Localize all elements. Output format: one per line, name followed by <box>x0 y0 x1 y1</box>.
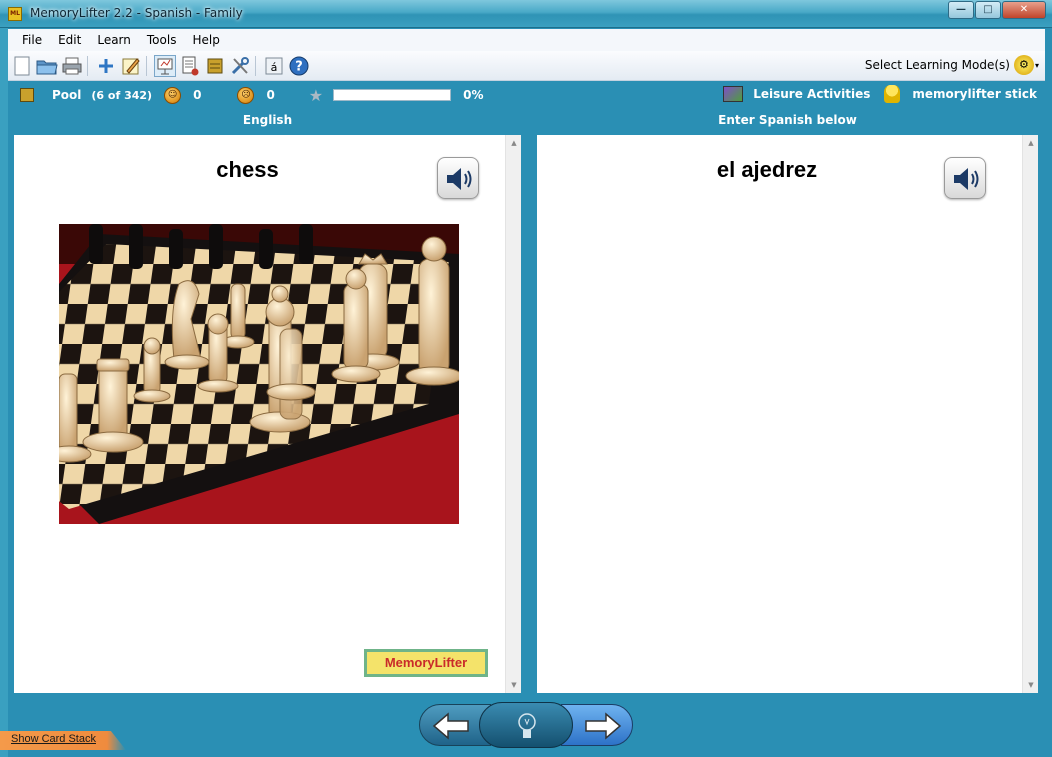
slideshow-icon[interactable] <box>154 54 176 77</box>
show-card-stack-link[interactable]: Show Card Stack <box>11 733 96 745</box>
maximize-button[interactable]: □ <box>975 1 1001 19</box>
add-card-icon[interactable] <box>95 55 117 77</box>
lightbulb-icon <box>518 713 536 738</box>
special-character-icon[interactable]: á <box>263 55 285 77</box>
scroll-down-arrow-icon[interactable]: ▼ <box>506 677 522 693</box>
question-scrollbar[interactable]: ▲ ▼ <box>505 135 521 693</box>
menu-learn[interactable]: Learn <box>89 33 139 47</box>
category-label[interactable]: Leisure Activities <box>753 87 870 101</box>
pool-label[interactable]: Pool <box>52 88 81 102</box>
tools-icon[interactable] <box>229 55 251 77</box>
wrong-count: 0 <box>266 88 275 102</box>
wrong-smiley-icon: ☹ <box>237 86 255 104</box>
menu-help[interactable]: Help <box>184 33 227 47</box>
category-icon <box>723 86 744 102</box>
chess-image <box>59 224 459 524</box>
learning-mode-label: Select Learning Mode(s) <box>864 58 1010 72</box>
new-document-icon[interactable] <box>11 55 33 77</box>
scroll-up-arrow-icon[interactable]: ▲ <box>506 135 522 151</box>
star-icon: ★ <box>308 85 324 105</box>
minimize-button[interactable]: — <box>948 1 974 19</box>
progress-percent: 0% <box>463 88 484 102</box>
progress-bar <box>333 89 452 101</box>
chevron-down-icon[interactable]: ▾ <box>1035 61 1039 70</box>
window-title: MemoryLifter 2.2 - Spanish - Family <box>30 6 243 20</box>
print-icon[interactable] <box>61 55 83 77</box>
window-controls: — □ ✕ <box>947 1 1046 19</box>
user-icon <box>884 85 901 103</box>
toolbar-separator <box>146 55 147 76</box>
pool-box-icon <box>20 88 34 102</box>
show-card-stack-tab[interactable]: Show Card Stack <box>0 731 126 750</box>
status-right: Leisure Activities memorylifter stick <box>723 85 1037 103</box>
answer-word: el ajedrez <box>716 157 818 182</box>
correct-smiley-icon: ☺ <box>164 86 182 104</box>
scroll-down-arrow-icon[interactable]: ▼ <box>1023 677 1039 693</box>
title-bar: ML MemoryLifter 2.2 - Spanish - Family —… <box>0 0 1052 28</box>
answer-audio-button[interactable] <box>944 157 986 199</box>
toolbar: á ? Select Learning Mode(s) ⚙ ▾ <box>8 51 1045 81</box>
correct-count: 0 <box>193 88 202 102</box>
window-frame <box>0 28 8 757</box>
question-card: chess MemoryLifter ▲ ▼ <box>14 135 521 693</box>
user-label[interactable]: memorylifter stick <box>912 87 1037 101</box>
speaker-icon <box>954 168 979 190</box>
open-folder-icon[interactable] <box>36 55 58 77</box>
menu-tools[interactable]: Tools <box>139 33 185 47</box>
help-icon[interactable]: ? <box>288 55 310 77</box>
memorylifter-logo[interactable]: MemoryLifter <box>364 649 488 677</box>
menu-bar: File Edit Learn Tools Help <box>8 29 1045 51</box>
question-audio-button[interactable] <box>437 157 479 199</box>
app-icon: ML <box>8 7 22 21</box>
learning-mode-selector[interactable]: Select Learning Mode(s) ⚙ ▾ <box>865 55 1039 75</box>
card-navigation <box>419 702 633 748</box>
menu-file[interactable]: File <box>8 33 50 47</box>
close-button[interactable]: ✕ <box>1002 1 1046 19</box>
menu-edit[interactable]: Edit <box>50 33 89 47</box>
svg-text:á: á <box>271 61 278 74</box>
toolbar-separator <box>255 55 256 76</box>
hint-button[interactable] <box>479 702 573 748</box>
answer-header: Enter Spanish below <box>718 113 857 127</box>
answer-scrollbar[interactable]: ▲ ▼ <box>1022 135 1038 693</box>
answer-card[interactable]: el ajedrez ▲ ▼ <box>537 135 1038 693</box>
question-word: chess <box>216 157 279 182</box>
question-header: English <box>242 113 293 127</box>
gear-icon[interactable]: ⚙ <box>1013 55 1034 75</box>
speaker-icon <box>447 168 472 190</box>
pool-count: (6 of 342) <box>91 88 153 102</box>
box-icon[interactable] <box>204 55 226 77</box>
scroll-up-arrow-icon[interactable]: ▲ <box>1023 135 1039 151</box>
svg-text:?: ? <box>295 59 303 74</box>
card-list-icon[interactable] <box>179 55 201 77</box>
status-bar: Pool (6 of 342) ☺ 0 ☹ 0 ★ 0% Leisure Act… <box>8 83 1045 107</box>
toolbar-separator <box>87 55 88 76</box>
edit-card-icon[interactable] <box>120 55 142 77</box>
